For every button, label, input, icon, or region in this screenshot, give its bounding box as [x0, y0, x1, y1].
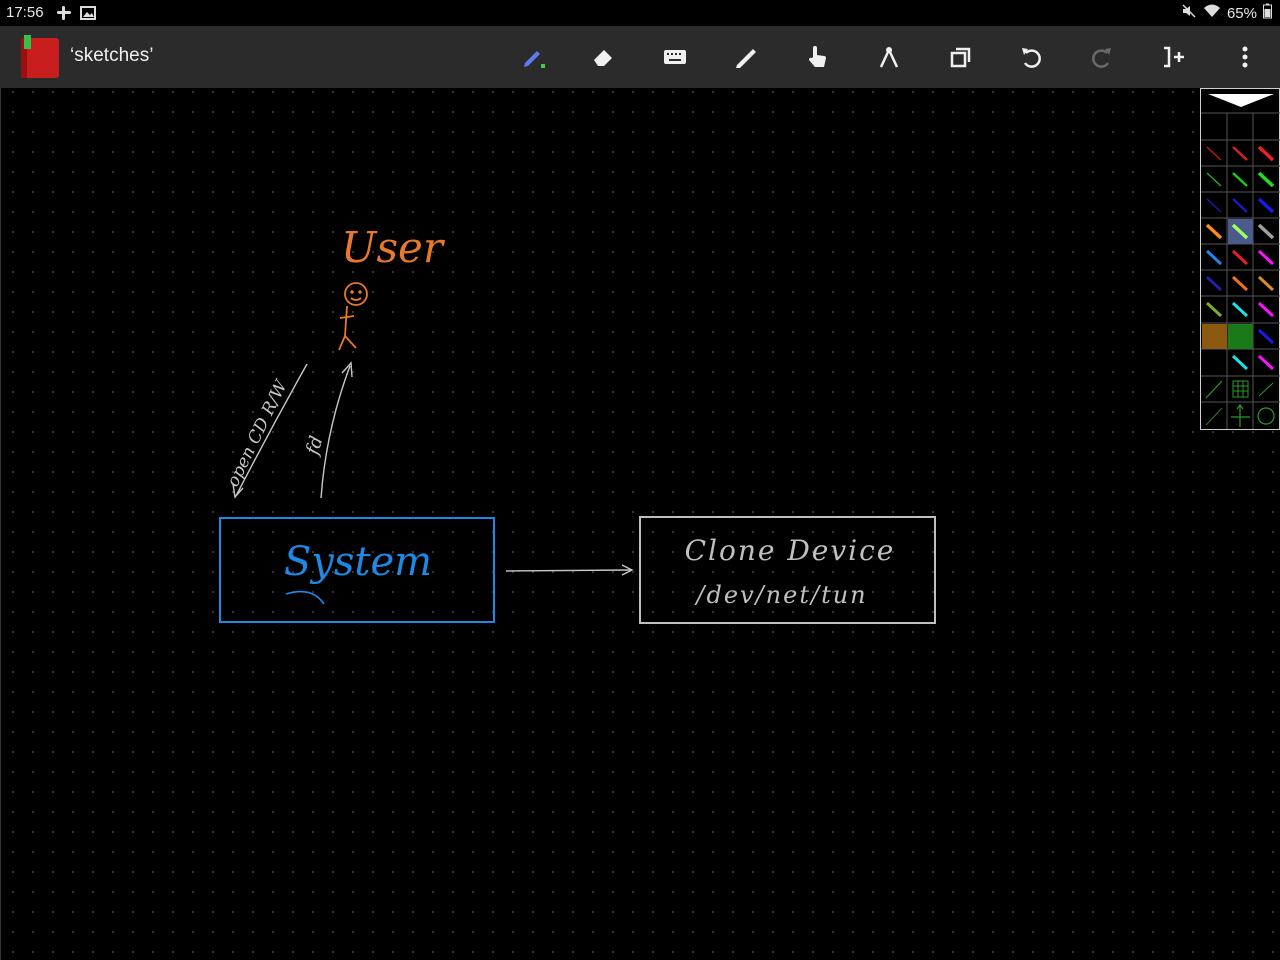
- app-toolbar: ‘sketches’: [0, 26, 1280, 88]
- highlighter-icon[interactable]: [728, 39, 764, 75]
- undo-icon[interactable]: [1013, 39, 1049, 75]
- compass-icon[interactable]: [871, 39, 907, 75]
- notebook-icon[interactable]: [19, 35, 61, 79]
- slack-icon: [56, 5, 72, 25]
- notebook-title[interactable]: ‘sketches’: [70, 45, 153, 67]
- fill-swatch[interactable]: [1228, 324, 1253, 349]
- battery-icon: [1263, 3, 1272, 23]
- collapse-palette-icon[interactable]: [1201, 89, 1279, 113]
- pen-icon[interactable]: [515, 39, 551, 75]
- keyboard-icon[interactable]: [657, 39, 693, 75]
- eraser-icon[interactable]: [586, 39, 622, 75]
- more-vert-icon[interactable]: [1227, 39, 1263, 75]
- device-path-label: /dev/net/tun: [694, 581, 867, 609]
- user-label: User: [341, 223, 446, 272]
- image-icon: [80, 5, 96, 25]
- system-label: System: [284, 539, 432, 585]
- battery-label: 65%: [1226, 4, 1257, 22]
- pen-palette: [1200, 88, 1280, 430]
- wifi-icon: [1203, 3, 1221, 23]
- status-bar: 17:56 65%: [0, 0, 1280, 26]
- insert-page-icon[interactable]: [1156, 39, 1192, 75]
- hand-icon[interactable]: [800, 39, 836, 75]
- fill-swatch[interactable]: [1202, 324, 1227, 349]
- copy-icon[interactable]: [942, 39, 978, 75]
- clone-device-label: Clone Device: [685, 534, 896, 567]
- mute-icon: [1181, 3, 1197, 23]
- status-time: 17:56: [6, 4, 44, 21]
- redo-icon[interactable]: [1084, 39, 1120, 75]
- drawing-canvas[interactable]: User open CD R/W fd System Clone Device …: [0, 88, 1280, 960]
- pen-swatch-selected[interactable]: [1228, 219, 1253, 244]
